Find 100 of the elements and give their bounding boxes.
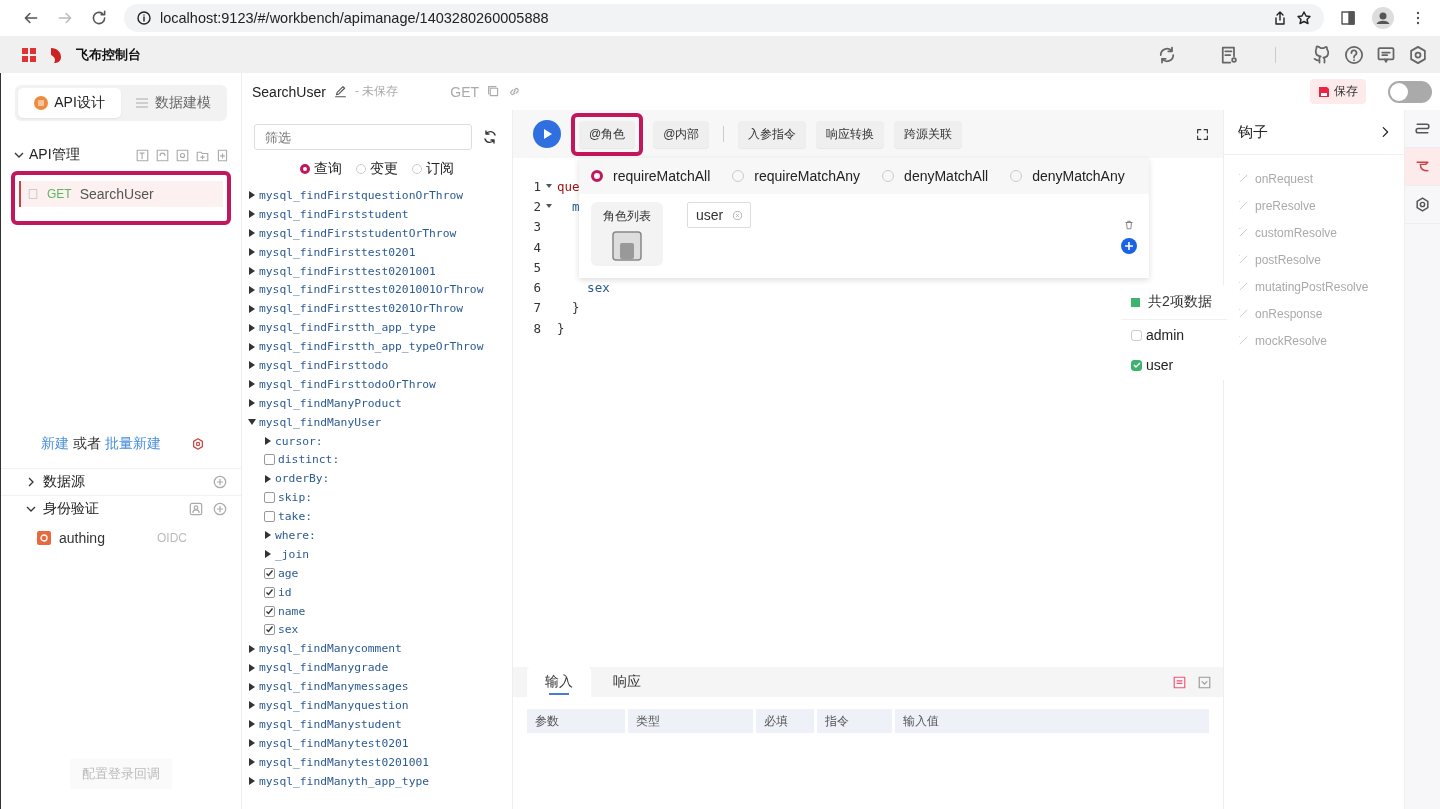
gear-icon[interactable] (191, 437, 205, 451)
checkbox[interactable] (264, 511, 275, 523)
expand-arrow-icon[interactable] (248, 323, 256, 332)
tree-item[interactable]: mysql_findManyth_app_type (259, 774, 430, 788)
tree-item[interactable]: where: (275, 528, 316, 542)
tree-item[interactable]: mysql_findManyUser (259, 415, 382, 429)
role-option[interactable]: admin (1121, 320, 1191, 350)
help-icon[interactable] (1344, 44, 1364, 65)
tree-item[interactable]: mysql_findManyProduct (259, 396, 402, 410)
checkbox[interactable] (264, 454, 275, 466)
tree-item[interactable]: mysql_findFirsttodo (259, 358, 389, 372)
save-button[interactable]: 保存 (1310, 79, 1366, 104)
api-list-item[interactable]: GET SearchUser (19, 181, 223, 207)
expand-arrow-icon[interactable] (248, 210, 256, 219)
expand-arrow-icon[interactable] (248, 701, 256, 710)
tree-item[interactable]: mysql_findFirsttest0201 (259, 245, 416, 259)
tree-item[interactable]: mysql_findFirsttest0201001OrThrow (259, 283, 484, 297)
expand-arrow-icon[interactable] (248, 682, 256, 691)
checkbox[interactable] (264, 567, 275, 579)
expand-arrow-icon[interactable] (248, 229, 256, 238)
apps-grid-icon[interactable] (22, 47, 36, 62)
tree-item[interactable]: mysql_findManytest0201001 (259, 755, 430, 769)
delete-icon[interactable] (1124, 220, 1134, 230)
panel-tab[interactable]: 输入 (527, 667, 591, 697)
checkbox[interactable] (1131, 329, 1142, 341)
checkbox[interactable] (264, 492, 275, 504)
document-preview-icon[interactable] (1219, 44, 1239, 65)
tree-item[interactable]: mysql_findManymessages (259, 680, 409, 694)
expand-arrow-icon[interactable] (248, 758, 256, 767)
expand-arrow-icon[interactable] (248, 644, 256, 653)
tree-item[interactable]: cursor: (275, 434, 323, 448)
address-bar[interactable]: localhost:9123/#/workbench/apimanage/1403280260005888 (124, 4, 1324, 32)
star-icon[interactable] (1296, 10, 1312, 26)
tree-item[interactable]: mysql_findFirsttest0201001 (259, 264, 436, 278)
expand-arrow-icon[interactable] (248, 739, 256, 748)
tree-item[interactable]: _join (275, 547, 309, 561)
expand-arrow-icon[interactable] (248, 380, 256, 389)
tree-item[interactable]: sex (278, 623, 299, 637)
github-icon[interactable] (1312, 44, 1332, 65)
directive-button[interactable]: @内部 (653, 120, 710, 148)
directive-button[interactable]: 入参指令 (738, 120, 807, 148)
match-mode-radio[interactable]: requireMatchAny (732, 168, 861, 184)
tree-item[interactable]: mysql_findFirsttest0201OrThrow (259, 302, 464, 316)
share-icon[interactable] (1272, 10, 1288, 26)
tree-item[interactable]: distinct: (278, 453, 340, 467)
add-icon[interactable] (1121, 238, 1137, 254)
panel-tab[interactable]: 响应 (595, 667, 659, 697)
operation-type-radio[interactable]: 查询 (300, 160, 342, 178)
tree-item[interactable]: take: (278, 510, 312, 524)
tree-item[interactable]: mysql_findManystudent (259, 717, 402, 731)
tree-item[interactable]: mysql_findManyquestion (259, 699, 409, 712)
tree-item[interactable]: mysql_findManygrade (259, 661, 389, 675)
expand-arrow-icon[interactable] (248, 663, 256, 672)
expand-arrow-icon[interactable] (248, 418, 256, 427)
tree-item[interactable]: mysql_findFirsttodoOrThrow (259, 377, 436, 391)
checkbox[interactable] (264, 624, 275, 636)
expand-arrow-icon[interactable] (248, 399, 256, 408)
profile-icon[interactable] (1372, 7, 1394, 29)
expand-arrow-icon[interactable] (264, 437, 272, 445)
match-mode-radio[interactable]: denyMatchAny (1010, 168, 1125, 184)
checkbox[interactable] (1131, 359, 1142, 371)
tree-item[interactable]: mysql_findFirststudent (259, 207, 409, 221)
expand-arrow-icon[interactable] (264, 531, 272, 540)
expand-arrow-icon[interactable] (248, 285, 256, 294)
match-mode-radio[interactable]: denyMatchAll (882, 168, 989, 184)
tree-item[interactable]: mysql_findManycomment (259, 642, 402, 656)
expand-arrow-icon[interactable] (264, 550, 272, 559)
auth-provider-name[interactable]: authing (59, 530, 105, 546)
directive-button[interactable]: @角色 (579, 120, 636, 148)
sidebar-tab[interactable]: API设计 (18, 88, 121, 118)
operation-type-radio[interactable]: 变更 (356, 160, 398, 178)
directive-button[interactable]: 跨源关联 (894, 120, 963, 148)
sidebar-tab[interactable]: 数据建模 (121, 88, 224, 118)
sync-icon[interactable] (1157, 44, 1177, 65)
sidebar-toggle-icon[interactable] (1340, 10, 1356, 26)
match-mode-radio[interactable]: requireMatchAll (591, 168, 711, 184)
tree-item[interactable]: mysql_findFirstth_app_typeOrThrow (259, 340, 484, 354)
tree-item[interactable]: mysql_findFirststudentOrThrow (259, 226, 457, 240)
tree-item[interactable]: name (278, 604, 306, 618)
run-button[interactable] (533, 120, 561, 148)
select-all-icon[interactable] (1131, 297, 1140, 307)
toggle-switch[interactable] (1388, 80, 1432, 103)
tree-item[interactable]: mysql_findFirstth_app_type (259, 321, 436, 335)
message-icon[interactable] (1376, 44, 1396, 65)
expand-arrow-icon[interactable] (248, 361, 256, 370)
tree-item[interactable]: mysql_findManytest0201 (259, 736, 409, 750)
tree-item[interactable]: age (278, 566, 299, 580)
settings-icon[interactable] (1408, 44, 1428, 65)
tree-item[interactable]: orderBy: (275, 472, 330, 486)
expand-arrow-icon[interactable] (248, 304, 256, 313)
filter-field[interactable]: 筛选 (254, 124, 472, 150)
side-tab[interactable] (1405, 148, 1440, 186)
directive-button[interactable]: 响应转换 (816, 120, 885, 148)
tree-item[interactable]: mysql_findFirstquestionOrThrow (259, 188, 464, 202)
tree-item[interactable]: id (278, 585, 292, 599)
expand-arrow-icon[interactable] (248, 191, 256, 200)
operation-type-radio[interactable]: 订阅 (412, 160, 454, 178)
expand-arrow-icon[interactable] (248, 720, 256, 729)
role-option[interactable]: user (1121, 350, 1180, 380)
expand-arrow-icon[interactable] (264, 474, 272, 483)
